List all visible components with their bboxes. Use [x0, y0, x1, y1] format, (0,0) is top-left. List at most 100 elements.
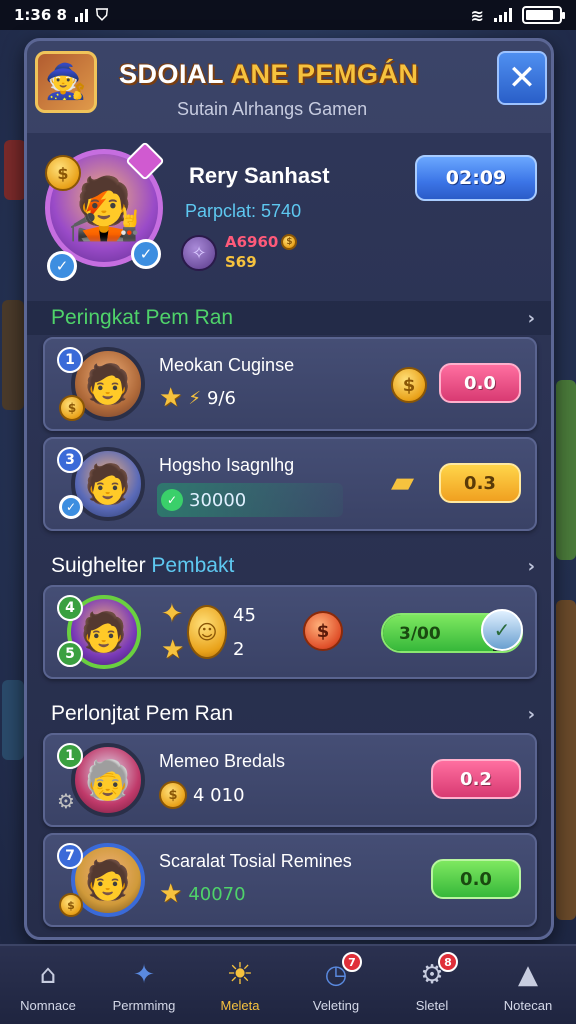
verified-icon-2: ✓ [131, 239, 161, 269]
verified-icon: ✓ [47, 251, 77, 281]
sun-icon: ☀ [226, 957, 254, 992]
list-item[interactable]: 🧑 3 ✓ Hogsho Isagnlhg ✓ 30000 ▰ 0.3 [43, 437, 537, 531]
section-title-accent: Pembakt [151, 554, 235, 577]
signal-icon [494, 8, 512, 22]
background-scene-right-2 [556, 600, 576, 920]
list-item[interactable]: 🧑 7 $ Scaralat Tosial Remines ★ 40070 0.0 [43, 833, 537, 927]
nav-item-sletel[interactable]: ⚙ Sletel 8 [384, 946, 480, 1024]
progress-label: 3/00 [399, 624, 441, 644]
star-icon: ★ [159, 879, 183, 909]
wifi-icon: ≋ [470, 5, 484, 25]
coin-icon: $ [281, 234, 298, 250]
player-name: Hogsho Isagnlhg [159, 455, 295, 475]
status-bar: 1:36 8 ⛉ ≋ [0, 0, 576, 30]
player-score: $4 010 [159, 781, 245, 809]
section-title: Suighelter Pembakt [51, 554, 234, 578]
coin-icon: $ [59, 395, 85, 421]
nav-item-veleting[interactable]: ◷ Veleting 7 [288, 946, 384, 1024]
rank-badge: 7 [57, 843, 83, 869]
section-title-main: Suighelter [51, 554, 146, 577]
gold-bars-icon: ▰ [391, 465, 415, 500]
title-part-1: SDOIAL [119, 59, 231, 89]
nav-label: Meleta [220, 997, 260, 1013]
background-scene-left-3 [2, 680, 24, 760]
title-part-2: ANE PEMGÁN [230, 59, 419, 89]
coin-icon: $ [159, 781, 187, 809]
gem-icon: ✧ [181, 235, 217, 271]
chevron-right-icon: › [527, 703, 535, 725]
battery-icon [522, 6, 565, 24]
section-header-challenge[interactable]: Suighelter Pembakt › [27, 549, 551, 583]
score-value: 40070 [188, 883, 246, 905]
section-header-previous[interactable]: Perlonjtat Pem Ran › [27, 697, 551, 731]
player-name: Scaralat Tosial Remines [159, 851, 352, 871]
score-value: 30000 [189, 489, 247, 511]
player-name: Meokan Cuginse [159, 355, 295, 375]
nav-item-permmimg[interactable]: ✦ Permmimg [96, 946, 192, 1024]
player-profile: 🧑‍🎤 $ ✓ ✓ Rery Sanhast Parpclat: 5740 ✧ … [27, 133, 551, 301]
stat-red: A6960 $ [225, 233, 298, 251]
player-name: Memeo Bredals [159, 751, 286, 771]
section-header-ranking[interactable]: Peringkat Pem Ran › [27, 301, 551, 335]
nav-label: Notecan [503, 997, 553, 1013]
player-score: ✓ 30000 [157, 483, 343, 517]
nav-item-notecan[interactable]: ▲ Notecan [480, 946, 576, 1024]
star-icon: ★ [161, 635, 185, 665]
list-item[interactable]: 🧑 1 $ Meokan Cuginse ★ ⚡ 9/6 $ 0.0 [43, 337, 537, 431]
close-icon: ✕ [507, 58, 537, 98]
bottom-nav: ⌂ Nomnace ✦ Permmimg ☀ Meleta ◷ Veleting 7 ⚙ Slete… [0, 944, 576, 1024]
nav-label: Nomnace [20, 997, 76, 1013]
chevron-right-icon: › [527, 307, 535, 329]
notification-badge: 7 [342, 952, 362, 972]
warning-icon: ▲ [518, 959, 538, 990]
status-time: 1:36 8 [14, 6, 67, 24]
tools-icon: ✦ [133, 959, 155, 990]
leaderboard-panel: 🧙 SDOIAL ANE PEMGÁN Sutain Alrhangs Game… [24, 38, 554, 940]
notification-badge: 8 [438, 952, 458, 972]
shield-check-icon: ✓ [161, 489, 183, 511]
score-pill[interactable]: 0.3 [439, 463, 521, 503]
participant-count: Parpclat: 5740 [185, 201, 302, 221]
home-icon: ⌂ [39, 959, 57, 990]
list-item[interactable]: 🧓 1 ⚙ Memeo Bredals $4 010 0.2 [43, 733, 537, 827]
stat-gold: S69 [225, 253, 257, 271]
timer-button[interactable]: 02:09 [415, 155, 537, 201]
rank-badge: 1 [57, 743, 83, 769]
challenge-value-2: 2 [233, 639, 245, 660]
player-score: ★ 40070 [159, 881, 246, 907]
nav-label: Sletel [415, 997, 449, 1013]
section-title: Peringkat Pem Ran [51, 306, 234, 329]
verified-icon: ✓ [59, 495, 83, 519]
tool-icon: ⚙ [57, 789, 75, 813]
score-pill[interactable]: 0.2 [431, 759, 521, 799]
rank-badge-2: 5 [57, 641, 83, 667]
nav-item-meleta[interactable]: ☀ Meleta [192, 946, 288, 1024]
coin-icon: $ [391, 367, 427, 403]
challenge-value-1: 45 [233, 605, 256, 626]
rank-badge: 4 [57, 595, 83, 621]
score-value: 9/6 [206, 387, 236, 409]
coin-icon: $ [45, 155, 81, 191]
medal-icon: ✦ [161, 599, 183, 629]
nav-label: Veleting [312, 997, 360, 1013]
score-pill[interactable]: 0.0 [431, 859, 521, 899]
star-icon: ★ [159, 383, 183, 413]
section-title: Perlonjtat Pem Ran [51, 702, 234, 725]
rank-badge: 3 [57, 447, 83, 473]
panel-content: 🧑‍🎤 $ ✓ ✓ Rery Sanhast Parpclat: 5740 ✧ … [27, 133, 551, 937]
shield-check-icon: ✓ [481, 609, 523, 651]
rank-badge: 1 [57, 347, 83, 373]
challenge-card[interactable]: 🧑 4 5 ✦ ★ ☺ 45 2 $ 3/00 ✓ [43, 585, 537, 679]
bolt-icon: ⚡ [188, 387, 201, 409]
player-name: Rery Sanhast [189, 163, 330, 188]
close-button[interactable]: ✕ [497, 51, 547, 105]
player-score: ★ ⚡ 9/6 [159, 385, 236, 411]
background-scene-left [4, 140, 26, 200]
page-title: SDOIAL ANE PEMGÁN [119, 59, 419, 90]
nav-label: Permmimg [112, 997, 176, 1013]
shield-icon: ⛉ [95, 5, 108, 24]
coin-icon: $ [59, 893, 83, 917]
nav-item-nomnace[interactable]: ⌂ Nomnace [0, 946, 96, 1024]
score-pill[interactable]: 0.0 [439, 363, 521, 403]
score-value: 4 010 [193, 784, 245, 806]
